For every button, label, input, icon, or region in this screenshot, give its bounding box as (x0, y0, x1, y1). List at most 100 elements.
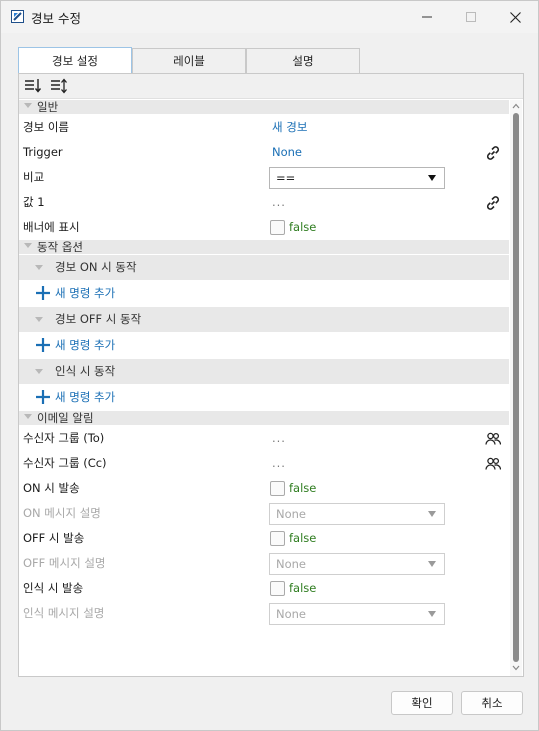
property-label: 경보 이름 (23, 120, 69, 134)
collapse-arrow-icon[interactable] (35, 265, 43, 270)
dropdown-arrow-icon (428, 561, 436, 567)
collapse-arrow-icon[interactable] (24, 414, 32, 419)
send-ack-checkbox[interactable] (270, 581, 285, 596)
add-command-row: 새 명령 추가 (19, 280, 509, 307)
property-row: 수신자 그룹 (To) ... (19, 426, 509, 451)
link-icon[interactable] (485, 145, 501, 161)
plus-icon[interactable] (35, 337, 51, 353)
select-value: None (276, 607, 307, 621)
collapse-arrow-icon[interactable] (24, 103, 32, 108)
property-row: 비교 == (19, 165, 509, 190)
property-label: OFF 메시지 설명 (23, 556, 106, 570)
checkbox-value: false (289, 531, 317, 545)
select-value: None (276, 507, 307, 521)
app-icon (11, 10, 24, 23)
collapse-arrow-icon[interactable] (35, 317, 43, 322)
window-title: 경보 수정 (31, 11, 81, 26)
collapse-arrow-icon[interactable] (24, 243, 32, 248)
category-general[interactable]: 일반 (19, 100, 509, 114)
sort-categorized-icon[interactable] (24, 78, 42, 94)
property-row: 인식 시 발송 false (19, 576, 509, 601)
minimize-button[interactable] (405, 1, 449, 33)
plus-icon[interactable] (35, 285, 51, 301)
property-label: 배너에 표시 (23, 220, 80, 234)
add-command-row: 새 명령 추가 (19, 332, 509, 359)
property-row: ON 메시지 설명 None (19, 501, 509, 526)
compare-select[interactable]: == (269, 167, 445, 189)
add-command-link[interactable]: 새 명령 추가 (55, 280, 115, 307)
alarm-name-value[interactable]: 새 경보 (272, 115, 307, 140)
scroll-up-icon[interactable] (512, 102, 520, 110)
property-label: 값 1 (23, 195, 45, 209)
link-icon[interactable] (485, 195, 501, 211)
property-label: OFF 시 발송 (23, 531, 85, 545)
property-row: 배너에 표시 false (19, 215, 509, 240)
user-group-icon[interactable] (485, 431, 501, 447)
subcategory-on-action[interactable]: 경보 ON 시 동작 (19, 255, 509, 280)
checkbox-value: false (289, 581, 317, 595)
property-row: 값 1 ... (19, 190, 509, 215)
category-email[interactable]: 이메일 알림 (19, 411, 509, 425)
sort-alphabetical-icon[interactable] (50, 78, 68, 94)
dropdown-arrow-icon (428, 511, 436, 517)
vertical-scrollbar[interactable] (510, 100, 522, 676)
category-label: 동작 옵션 (37, 240, 83, 254)
property-row: OFF 메시지 설명 None (19, 551, 509, 576)
property-label: 인식 메시지 설명 (23, 606, 105, 620)
tab-description[interactable]: 설명 (246, 48, 360, 73)
property-label: 인식 시 발송 (23, 581, 84, 595)
property-row: 인식 메시지 설명 None (19, 601, 509, 626)
show-banner-checkbox[interactable] (270, 220, 285, 235)
scroll-down-icon[interactable] (512, 664, 520, 672)
cancel-button[interactable]: 취소 (461, 691, 523, 715)
property-label: ON 메시지 설명 (23, 506, 101, 520)
dropdown-arrow-icon (428, 611, 436, 617)
select-value: None (276, 557, 307, 571)
subcategory-ack-action[interactable]: 인식 시 동작 (19, 359, 509, 384)
close-icon (509, 11, 521, 23)
property-grid: 일반 경보 이름 새 경보 Trigger None 비교 == 값 1 ...… (19, 100, 509, 676)
property-row: Trigger None (19, 140, 509, 165)
checkbox-value: false (289, 481, 317, 495)
select-value: == (276, 171, 296, 185)
dropdown-arrow-icon (428, 175, 436, 181)
recipients-to-value[interactable]: ... (272, 426, 286, 451)
tab-alarm-settings[interactable]: 경보 설정 (18, 47, 132, 74)
minimize-icon (422, 16, 432, 18)
ok-button[interactable]: 확인 (391, 691, 453, 715)
send-on-checkbox[interactable] (270, 481, 285, 496)
maximize-button[interactable] (449, 1, 493, 33)
property-label: Trigger (23, 145, 63, 159)
trigger-value[interactable]: None (272, 140, 302, 165)
category-actions[interactable]: 동작 옵션 (19, 240, 509, 254)
scrollbar-thumb[interactable] (513, 113, 519, 662)
add-command-link[interactable]: 새 명령 추가 (55, 384, 115, 411)
subcategory-label: 인식 시 동작 (55, 364, 116, 378)
property-row: 수신자 그룹 (Cc) ... (19, 451, 509, 476)
property-panel: 일반 경보 이름 새 경보 Trigger None 비교 == 값 1 ...… (18, 73, 524, 677)
close-button[interactable] (493, 1, 537, 33)
value1-value[interactable]: ... (272, 190, 286, 215)
property-row: 경보 이름 새 경보 (19, 115, 509, 140)
collapse-arrow-icon[interactable] (35, 369, 43, 374)
add-command-row: 새 명령 추가 (19, 384, 509, 411)
subcategory-off-action[interactable]: 경보 OFF 시 동작 (19, 307, 509, 332)
title-bar: 경보 수정 (1, 1, 538, 33)
subcategory-label: 경보 OFF 시 동작 (55, 312, 142, 326)
send-off-checkbox[interactable] (270, 531, 285, 546)
tab-labels[interactable]: 레이블 (132, 48, 246, 73)
plus-icon[interactable] (35, 389, 51, 405)
category-label: 이메일 알림 (37, 411, 94, 425)
property-label: 수신자 그룹 (Cc) (23, 456, 107, 470)
maximize-icon (466, 12, 476, 22)
recipients-cc-value[interactable]: ... (272, 451, 286, 476)
property-label: 수신자 그룹 (To) (23, 431, 105, 445)
property-row: OFF 시 발송 false (19, 526, 509, 551)
property-row: ON 시 발송 false (19, 476, 509, 501)
on-message-select: None (269, 503, 445, 525)
add-command-link[interactable]: 새 명령 추가 (55, 332, 115, 359)
user-group-icon[interactable] (485, 456, 501, 472)
subcategory-label: 경보 ON 시 동작 (55, 260, 137, 274)
ack-message-select: None (269, 603, 445, 625)
off-message-select: None (269, 553, 445, 575)
